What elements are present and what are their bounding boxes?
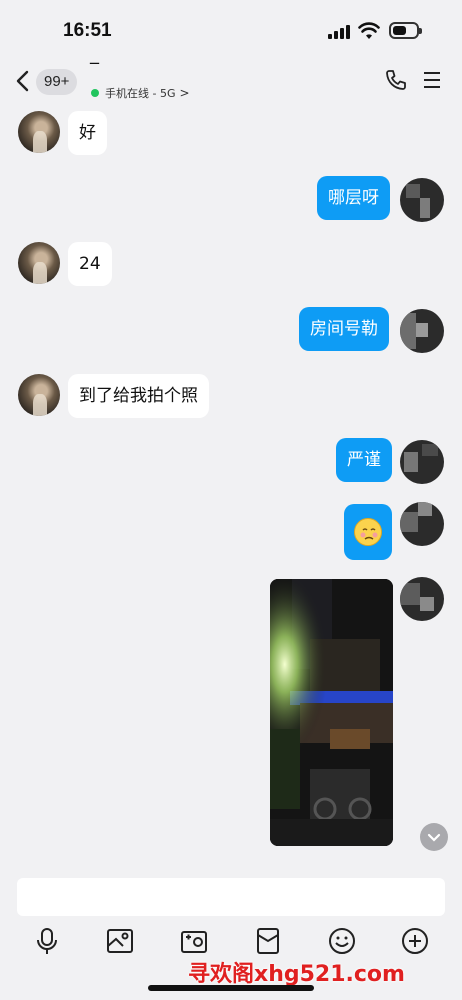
my-avatar[interactable] <box>400 577 444 621</box>
contact-avatar[interactable] <box>18 111 60 153</box>
watermark: 寻欢阁xhg521.com <box>188 962 405 987</box>
menu-icon[interactable] <box>422 70 442 90</box>
incoming-message[interactable]: 24 <box>68 242 112 286</box>
outgoing-message[interactable]: 哪层呀 <box>317 176 390 220</box>
incoming-message[interactable]: 到了给我拍个照 <box>68 374 209 418</box>
phone-call-icon[interactable] <box>384 68 408 92</box>
night-street-photo[interactable] <box>270 579 393 846</box>
my-avatar[interactable] <box>400 440 444 484</box>
red-packet-icon[interactable] <box>253 926 283 956</box>
plus-icon[interactable] <box>400 926 430 956</box>
chevron-down-icon <box>427 833 441 842</box>
outgoing-message[interactable]: 房间号勒 <box>299 307 389 351</box>
back-arrow-icon[interactable] <box>10 66 36 96</box>
my-avatar[interactable] <box>400 178 444 222</box>
home-indicator <box>148 985 314 991</box>
contact-avatar[interactable] <box>18 242 60 284</box>
message-input[interactable] <box>17 878 445 916</box>
contact-avatar[interactable] <box>18 374 60 416</box>
my-avatar[interactable] <box>400 502 444 546</box>
status-time: 16:51 <box>63 20 112 41</box>
chat-header: 99+ ‾ 手机在线 - 5G > <box>0 56 462 106</box>
online-dot-icon <box>91 89 99 97</box>
camera-icon[interactable] <box>179 926 209 956</box>
my-avatar[interactable] <box>400 309 444 353</box>
sticker-message[interactable] <box>344 504 392 560</box>
online-status-text: 手机在线 - 5G <box>105 87 176 100</box>
chevron-right-icon: > <box>179 86 190 100</box>
contact-name[interactable]: ‾ <box>90 60 99 81</box>
incoming-message[interactable]: 好 <box>68 111 107 155</box>
online-status[interactable]: 手机在线 - 5G > <box>91 85 190 101</box>
scroll-to-bottom-button[interactable] <box>420 823 448 851</box>
emoji-icon[interactable] <box>327 926 357 956</box>
outgoing-message[interactable]: 严谨 <box>336 438 392 482</box>
cellular-signal-icon <box>328 25 352 39</box>
microphone-icon[interactable] <box>32 926 62 956</box>
wifi-icon <box>358 22 380 39</box>
status-bar: 16:51 <box>0 0 462 56</box>
image-icon[interactable] <box>105 926 135 956</box>
battery-icon <box>389 22 422 39</box>
composer: 寻欢阁xhg521.com <box>0 866 462 1000</box>
message-list[interactable]: 好 哪层呀 24 房间号勒 到了给我拍个照 严谨 <box>0 106 462 866</box>
shy-face-emoji-icon <box>354 518 382 546</box>
unread-count-badge[interactable]: 99+ <box>36 69 78 95</box>
